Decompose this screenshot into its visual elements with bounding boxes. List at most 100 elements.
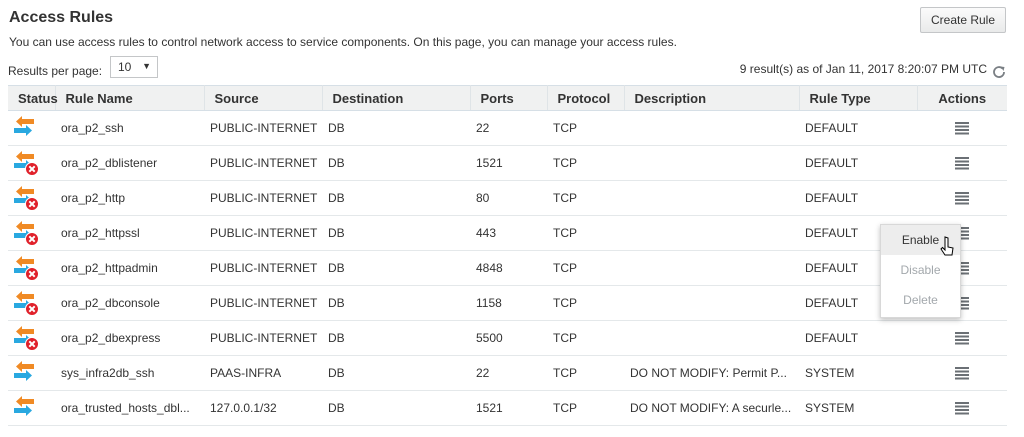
rule-type-cell: SYSTEM [799,390,917,426]
hamburger-menu-icon[interactable] [955,402,969,415]
table-header-row: Status Rule Name Source Destination Ports Pro… [8,85,1007,111]
status-cell [8,110,55,146]
description-cell [624,110,799,146]
actions-cell[interactable] [917,355,1007,391]
rule-disabled-icon [14,256,39,281]
destination-cell: DB [322,390,470,426]
rule-enabled-icon [14,396,34,416]
column-header-rule-type[interactable]: Rule Type [799,85,918,111]
access-rules-table: Status Rule Name Source Destination Ports Pro… [8,85,1007,426]
destination-cell: DB [322,180,470,216]
ports-cell: 22 [470,110,547,146]
column-header-actions: Actions [917,85,1007,111]
protocol-cell: TCP [547,355,624,391]
description-cell [624,250,799,286]
protocol-cell: TCP [547,285,624,321]
source-cell: 127.0.0.1/32 [204,390,322,426]
source-cell: PUBLIC-INTERNET [204,145,322,181]
table-row[interactable]: ora_p2_http PUBLIC-INTERNET DB 80 TCP DEFAULT [8,180,1007,216]
rule-type-cell: DEFAULT [799,145,917,181]
source-cell: PUBLIC-INTERNET [204,180,322,216]
hamburger-menu-icon[interactable] [955,192,969,205]
actions-cell[interactable] [917,390,1007,426]
rule-disabled-icon [14,151,39,176]
status-cell [8,390,55,426]
protocol-cell: TCP [547,215,624,251]
rule-type-cell: SYSTEM [799,355,917,391]
destination-cell: DB [322,250,470,286]
status-cell [8,145,55,181]
destination-cell: DB [322,285,470,321]
ports-cell: 80 [470,180,547,216]
page-description: You can use access rules to control netw… [9,35,677,49]
ports-cell: 4848 [470,250,547,286]
table-row[interactable]: ora_p2_ssh PUBLIC-INTERNET DB 22 TCP DEFAULT [8,110,1007,146]
status-cell [8,285,55,321]
rule-name-cell: ora_p2_dblistener [55,145,204,181]
column-header-status[interactable]: Status [8,85,58,111]
results-per-page-value: 10 [118,60,132,74]
source-cell: PUBLIC-INTERNET [204,285,322,321]
status-cell [8,215,55,251]
rule-type-cell: DEFAULT [799,320,917,356]
column-header-source[interactable]: Source [204,85,323,111]
description-cell [624,180,799,216]
hamburger-menu-icon[interactable] [955,332,969,345]
create-rule-button[interactable]: Create Rule [920,7,1006,33]
table-row[interactable]: ora_p2_httpssl PUBLIC-INTERNET DB 443 TCP DEF… [8,215,1007,251]
table-row[interactable]: ora_trusted_hosts_dbl... 127.0.0.1/32 DB 15… [8,390,1007,426]
protocol-cell: TCP [547,145,624,181]
page-title: Access Rules [9,9,114,26]
refresh-icon[interactable] [991,64,1007,80]
status-cell [8,250,55,286]
rule-disabled-icon [14,221,39,246]
column-header-destination[interactable]: Destination [322,85,471,111]
actions-cell[interactable] [917,110,1007,146]
protocol-cell: TCP [547,110,624,146]
rule-name-cell: ora_p2_http [55,180,204,216]
actions-cell[interactable] [917,180,1007,216]
ports-cell: 1521 [470,145,547,181]
ports-cell: 1521 [470,390,547,426]
status-cell [8,320,55,356]
table-row[interactable]: ora_p2_dblistener PUBLIC-INTERNET DB 1521 TC… [8,145,1007,181]
rule-disabled-icon [14,326,39,351]
destination-cell: DB [322,355,470,391]
protocol-cell: TCP [547,390,624,426]
source-cell: PUBLIC-INTERNET [204,215,322,251]
status-cell [8,180,55,216]
ports-cell: 443 [470,215,547,251]
ports-cell: 5500 [470,320,547,356]
hamburger-menu-icon[interactable] [955,157,969,170]
rule-name-cell: ora_p2_ssh [55,110,204,146]
description-cell: DO NOT MODIFY: Permit P... [624,355,799,391]
source-cell: PUBLIC-INTERNET [204,250,322,286]
table-body: ora_p2_ssh PUBLIC-INTERNET DB 22 TCP DEFAULT o… [8,110,1007,426]
hamburger-menu-icon[interactable] [955,122,969,135]
column-header-description[interactable]: Description [624,85,800,111]
destination-cell: DB [322,145,470,181]
rule-disabled-icon [14,186,39,211]
column-header-rule-name[interactable]: Rule Name [55,85,205,111]
actions-cell[interactable] [917,320,1007,356]
actions-cell[interactable] [917,145,1007,181]
protocol-cell: TCP [547,320,624,356]
description-cell [624,145,799,181]
destination-cell: DB [322,110,470,146]
protocol-cell: TCP [547,180,624,216]
source-cell: PUBLIC-INTERNET [204,320,322,356]
destination-cell: DB [322,320,470,356]
results-per-page-select[interactable]: 10 ▼ [110,56,158,78]
table-row[interactable]: ora_p2_dbexpress PUBLIC-INTERNET DB 5500 TCP… [8,320,1007,356]
rule-name-cell: ora_p2_dbconsole [55,285,204,321]
table-row[interactable]: ora_p2_dbconsole PUBLIC-INTERNET DB 1158 TCP… [8,285,1007,321]
column-header-ports[interactable]: Ports [470,85,548,111]
table-row[interactable]: sys_infra2db_ssh PAAS-INFRA DB 22 TCP DO NOT … [8,355,1007,391]
table-row[interactable]: ora_p2_httpadmin PUBLIC-INTERNET DB 4848 TCP… [8,250,1007,286]
hamburger-menu-icon[interactable] [955,367,969,380]
rule-enabled-icon [14,116,34,136]
ports-cell: 22 [470,355,547,391]
rule-disabled-icon [14,291,39,316]
column-header-protocol[interactable]: Protocol [547,85,625,111]
source-cell: PAAS-INFRA [204,355,322,391]
